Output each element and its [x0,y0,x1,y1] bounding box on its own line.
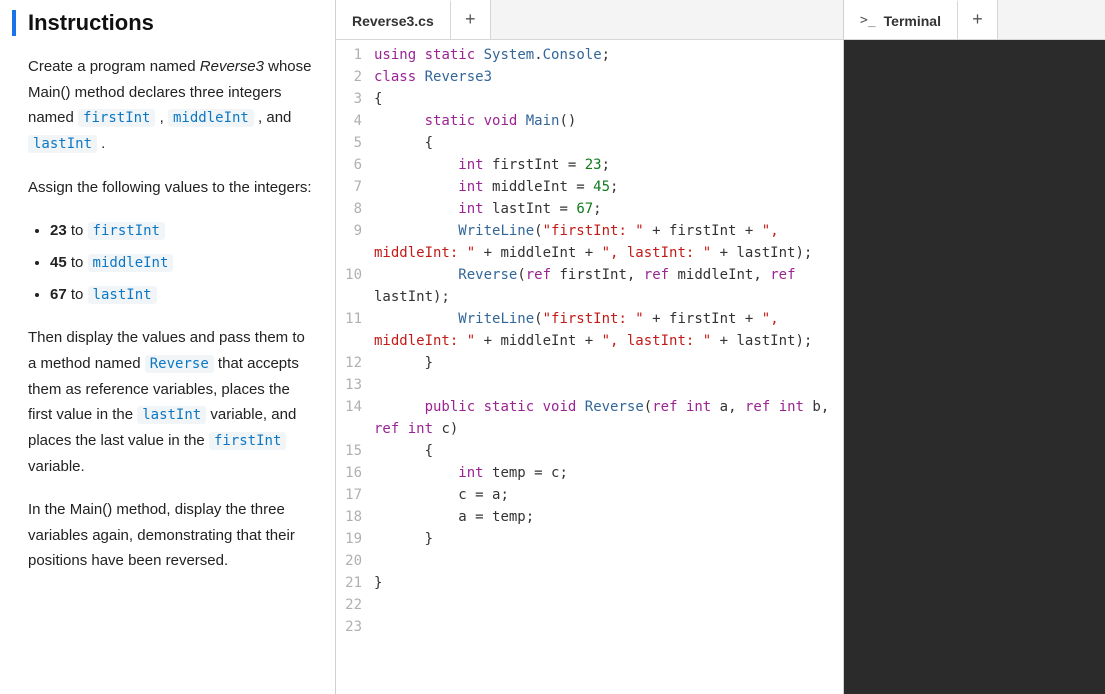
instructions-title: Instructions [28,10,154,36]
code-line[interactable]: int middleInt = 45; [374,176,843,198]
code-line[interactable]: WriteLine("firstInt: " + firstInt + ", m… [374,220,843,264]
gutter-line: 13 [336,374,362,396]
instructions-p2: Assign the following values to the integ… [28,175,313,201]
gutter-line: 1 [336,44,362,66]
gutter-line: 18 [336,506,362,528]
terminal-icon: >_ [860,13,876,28]
gutter-line: 8 [336,198,362,220]
code-line[interactable]: int firstInt = 23; [374,154,843,176]
terminal-tab[interactable]: >_ Terminal [844,0,958,39]
gutter-line: 17 [336,484,362,506]
gutter-line: 10 [336,264,362,308]
code-line[interactable] [374,616,843,638]
gutter-line: 2 [336,66,362,88]
code-line[interactable] [374,594,843,616]
instructions-p1: Create a program named Reverse3 whose Ma… [28,54,313,157]
code-line[interactable]: Reverse(ref firstInt, ref middleInt, ref… [374,264,843,308]
gutter-line: 16 [336,462,362,484]
code-line[interactable]: int temp = c; [374,462,843,484]
list-item: 67 to lastInt [50,282,313,308]
tab-bar-fill [491,0,843,39]
gutter-line: 15 [336,440,362,462]
code-line[interactable]: { [374,88,843,110]
gutter-line: 20 [336,550,362,572]
editor-gutter: 1234567891011121314151617181920212223 [336,40,368,694]
instructions-p4: In the Main() method, display the three … [28,497,313,574]
code-line[interactable]: c = a; [374,484,843,506]
gutter-line: 4 [336,110,362,132]
code-line[interactable]: int lastInt = 67; [374,198,843,220]
code-line[interactable]: using static System.Console; [374,44,843,66]
code-line[interactable]: { [374,132,843,154]
instructions-panel: Instructions Create a program named Reve… [0,0,336,694]
instructions-bullets: 23 to firstInt 45 to middleInt 67 to las… [28,218,313,307]
code-line[interactable]: a = temp; [374,506,843,528]
terminal-tab-bar: >_ Terminal + [844,0,1105,40]
instructions-p3: Then display the values and pass them to… [28,325,313,479]
code-line[interactable]: class Reverse3 [374,66,843,88]
gutter-line: 3 [336,88,362,110]
code-line[interactable] [374,550,843,572]
code-line[interactable]: static void Main() [374,110,843,132]
instructions-header: Instructions [0,0,335,54]
gutter-line: 7 [336,176,362,198]
accent-bar [12,10,16,36]
editor-body[interactable]: 1234567891011121314151617181920212223 us… [336,40,843,694]
code-line[interactable] [374,374,843,396]
code-line[interactable]: public static void Reverse(ref int a, re… [374,396,843,440]
gutter-line: 5 [336,132,362,154]
app-root: Instructions Create a program named Reve… [0,0,1105,694]
gutter-line: 22 [336,594,362,616]
terminal-add-tab-button[interactable]: + [958,0,998,39]
gutter-line: 6 [336,154,362,176]
gutter-line: 21 [336,572,362,594]
gutter-line: 11 [336,308,362,352]
gutter-line: 9 [336,220,362,264]
instructions-body: Create a program named Reverse3 whose Ma… [0,54,335,612]
code-line[interactable]: WriteLine("firstInt: " + firstInt + ", m… [374,308,843,352]
code-line[interactable]: } [374,528,843,550]
list-item: 45 to middleInt [50,250,313,276]
gutter-line: 19 [336,528,362,550]
gutter-line: 23 [336,616,362,638]
editor-panel: Reverse3.cs + 12345678910111213141516171… [336,0,844,694]
list-item: 23 to firstInt [50,218,313,244]
code-line[interactable]: { [374,440,843,462]
editor-tab[interactable]: Reverse3.cs [336,0,451,39]
editor-code-area[interactable]: using static System.Console;class Revers… [368,40,843,694]
editor-add-tab-button[interactable]: + [451,0,491,39]
code-line[interactable]: } [374,352,843,374]
terminal-tab-label: Terminal [884,13,941,29]
editor-tab-bar: Reverse3.cs + [336,0,843,40]
terminal-body[interactable] [844,40,1105,694]
code-line[interactable]: } [374,572,843,594]
terminal-panel: >_ Terminal + [844,0,1105,694]
gutter-line: 14 [336,396,362,440]
gutter-line: 12 [336,352,362,374]
